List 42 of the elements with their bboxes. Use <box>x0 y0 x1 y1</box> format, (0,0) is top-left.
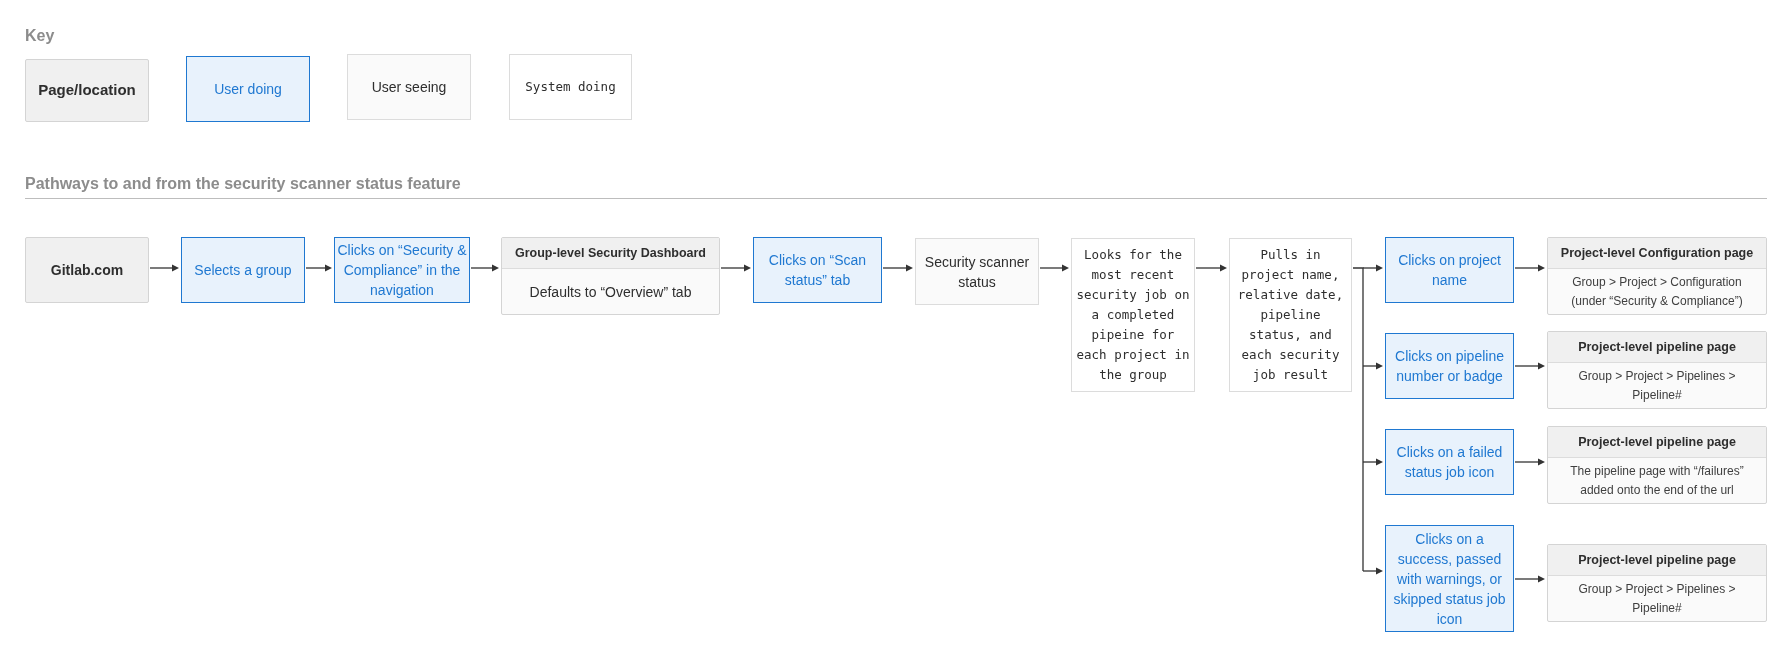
section-heading: Pathways to and from the security scanner status feature <box>25 174 461 194</box>
user-view-node: Security scanner status <box>915 238 1039 305</box>
arrow <box>1195 264 1227 272</box>
arrow <box>1039 264 1069 272</box>
user-action-node: Clicks on “Security & Compliance” in the navigation <box>334 237 470 303</box>
page-title: Group-level Security Dashboard <box>502 238 719 269</box>
page-description: Defaults to “Overview” tab <box>528 282 693 302</box>
page-title: Project-level pipeline page <box>1548 332 1766 363</box>
user-action-node: Selects a group <box>181 237 305 303</box>
user-action-node: Clicks on “Scan status” tab <box>753 237 882 303</box>
arrow <box>470 264 499 272</box>
page-description: The pipeline page with “/failures” added onto the end of the url <box>1569 462 1745 499</box>
page-description: Group > Project > Pipelines > Pipeline# <box>1577 580 1737 617</box>
arrow <box>1514 264 1545 272</box>
arrow <box>1362 362 1383 370</box>
system-action-node: Looks for the most recent security job on a completed pipeine for each project in the group <box>1071 238 1195 392</box>
user-action-node: Clicks on a failed status job icon <box>1385 429 1514 495</box>
legend-item: Page/location <box>25 59 149 122</box>
arrow <box>1362 567 1383 575</box>
page-description: Group > Project > Pipelines > Pipeline# <box>1577 367 1737 404</box>
user-action-node: Clicks on project name <box>1385 237 1514 303</box>
arrow <box>1514 458 1545 466</box>
system-action-node: Pulls in project name, relative date, pipeline status, and each security job result <box>1229 238 1352 392</box>
page-node: Gitlab.com <box>25 237 149 303</box>
page-title: Project-level pipeline page <box>1548 427 1766 458</box>
page-description: Group > Project > Configuration (under “Security & Compliance”) <box>1570 273 1744 310</box>
user-action-node: Clicks on pipeline number or badge <box>1385 333 1514 399</box>
arrow <box>1514 362 1545 370</box>
arrow <box>305 264 332 272</box>
user-action-node: Clicks on a success, passed with warnings, or skipped status job icon <box>1385 525 1514 632</box>
arrow <box>1362 458 1383 466</box>
arrow <box>1362 264 1383 272</box>
legend-item: User doing <box>186 56 310 122</box>
arrow <box>720 264 751 272</box>
arrow <box>882 264 913 272</box>
page-title: Project-level pipeline page <box>1548 545 1766 576</box>
arrow <box>1514 575 1545 583</box>
legend-item: User seeing <box>347 54 471 120</box>
key-heading: Key <box>25 26 55 46</box>
page-title: Project-level Configuration page <box>1548 238 1766 269</box>
legend-item: System doing <box>509 54 632 120</box>
arrow <box>149 264 179 272</box>
